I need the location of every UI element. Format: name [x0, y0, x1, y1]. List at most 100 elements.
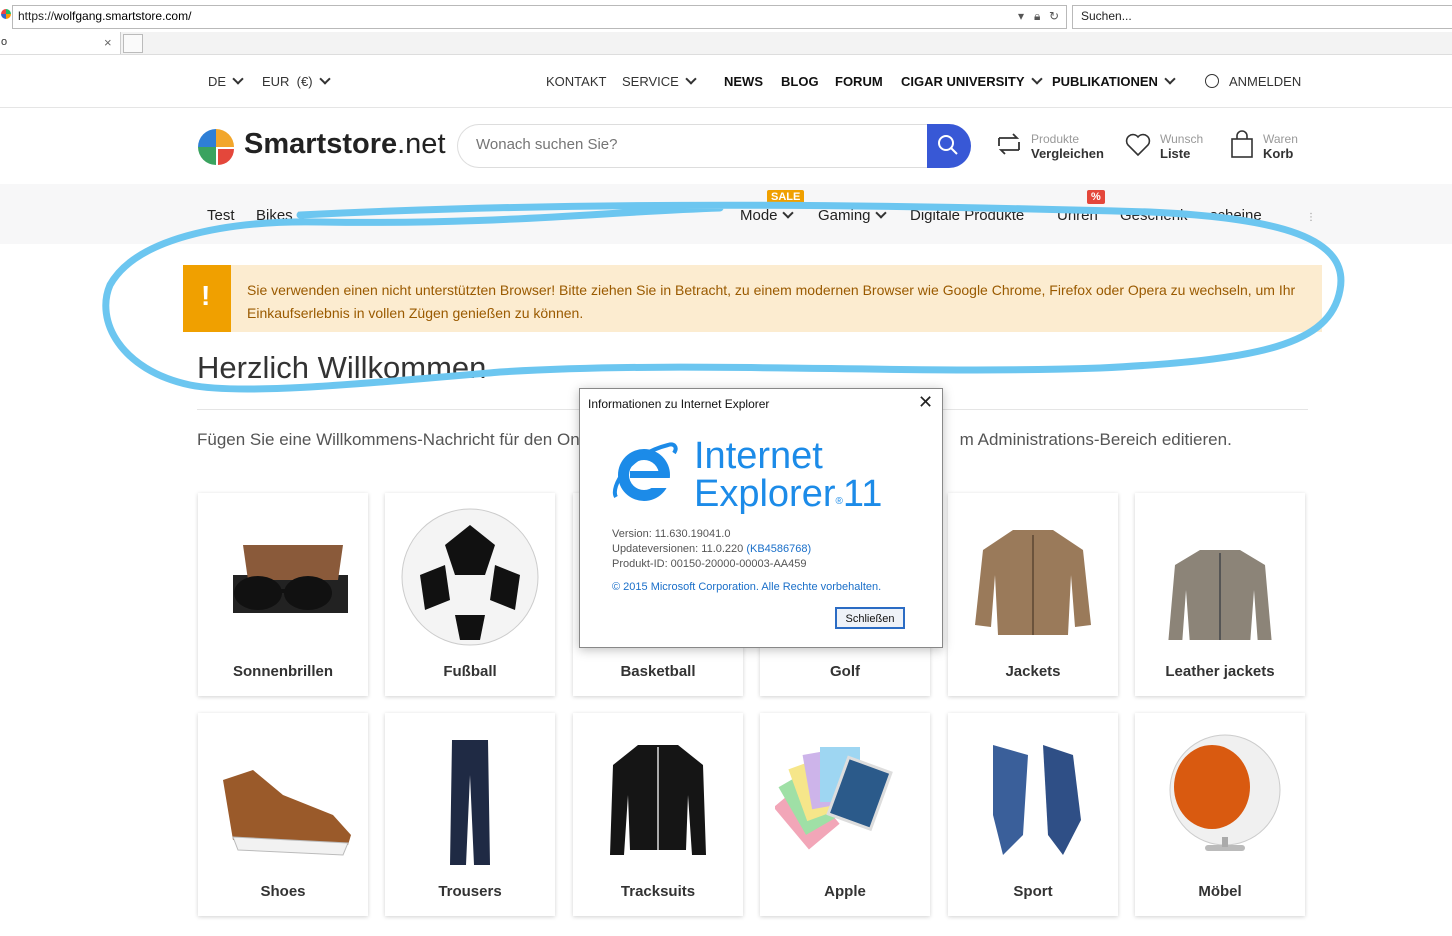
category-label: Bikes — [256, 207, 293, 224]
category-tile-apple[interactable]: Apple — [760, 713, 930, 916]
category-tile-trousers[interactable]: Trousers — [385, 713, 555, 916]
category-tile-sonnenbrillen[interactable]: Sonnenbrillen — [198, 493, 368, 696]
product-name-text: Explorer — [694, 473, 836, 515]
category-tile-jackets[interactable]: Jackets — [948, 493, 1118, 696]
version-info: Version: 11.630.19041.0 Updateversionen:… — [612, 527, 811, 572]
version-text: Version: 11.630.19041.0 — [612, 528, 731, 540]
currency-selector[interactable]: EUR (€) — [262, 73, 331, 89]
about-ie-dialog: Informationen zu Internet Explorer ✕ Int… — [579, 388, 943, 648]
nav-link-service[interactable]: SERVICE — [622, 73, 697, 89]
category-label: Mode — [740, 207, 778, 224]
chevron-down-icon — [232, 73, 244, 85]
product-id: Produkt-ID: 00150-20000-00003-AA459 — [612, 558, 807, 570]
browser-tab-strip: o × — [0, 32, 1452, 55]
alert-message: Sie verwenden einen nicht unterstützten … — [247, 282, 1296, 321]
tile-label: Apple — [824, 883, 866, 900]
sunglasses-image — [233, 545, 348, 613]
heart-icon — [1125, 133, 1151, 157]
user-icon — [1205, 74, 1219, 88]
category-tile-shoes[interactable]: Shoes — [198, 713, 368, 916]
dropdown-arrow-icon[interactable]: ▾ — [1018, 9, 1024, 23]
search-box — [457, 124, 928, 168]
tile-label: Tracksuits — [620, 883, 696, 900]
category-geschenk[interactable]: Geschenk — [1120, 207, 1188, 224]
close-button[interactable]: Schließen — [835, 607, 905, 629]
ball-chair-image — [1169, 734, 1281, 851]
logo-icon — [198, 129, 234, 165]
update-versions: Updateversionen: 11.0.220 (KB4586768) — [612, 542, 811, 557]
search-button[interactable] — [927, 124, 971, 168]
tile-label: Möbel — [1198, 883, 1242, 900]
category-mode[interactable]: Mode — [740, 207, 794, 224]
nav-link-blog[interactable]: BLOG — [781, 74, 819, 89]
chevron-down-icon — [1030, 73, 1043, 85]
browser-address-bar: https://wolfgang.smartstore.com/ ▾ 🔒︎ ↻ … — [0, 0, 1452, 34]
nav-link-label: CIGAR UNIVERSITY — [901, 74, 1025, 89]
more-icon[interactable]: ⋮ — [1306, 212, 1316, 223]
intro-text-left: Fügen Sie eine Willkommens-Nachricht für… — [197, 430, 580, 449]
kb-link[interactable]: (KB4586768) — [746, 543, 811, 555]
login-link[interactable]: ANMELDEN — [1205, 74, 1301, 89]
category-test[interactable]: Test — [207, 207, 235, 224]
football-image — [401, 508, 539, 646]
chevron-down-icon — [781, 207, 794, 219]
compare-label-top: Produkte — [1031, 132, 1080, 146]
category-tile-sport[interactable]: Sport — [948, 713, 1118, 916]
lock-icon: 🔒︎ — [1034, 9, 1041, 23]
category-digitale-produkte[interactable]: Digitale Produkte — [910, 207, 1024, 224]
tracksuit-image — [610, 745, 706, 855]
nav-link-news[interactable]: NEWS — [724, 74, 763, 89]
category-tile-fussball[interactable]: Fußball — [385, 493, 555, 696]
logo-text[interactable]: Smartstore.net — [244, 128, 446, 161]
site-favicon-icon — [1, 9, 11, 19]
browser-tab[interactable]: o × — [0, 32, 121, 54]
browser-tab-label: o — [1, 36, 8, 48]
new-tab-button[interactable] — [123, 34, 143, 53]
category-bikes[interactable]: Bikes — [256, 207, 309, 224]
url-prefix: https:// — [18, 9, 55, 23]
internet-explorer-logo-icon — [612, 442, 678, 501]
nav-link-publikationen[interactable]: PUBLIKATIONEN — [1052, 73, 1176, 89]
tile-label: Golf — [830, 663, 860, 680]
jacket-image — [975, 530, 1091, 635]
category-tile-leather-jackets[interactable]: Leather jackets — [1135, 493, 1305, 696]
copyright-link[interactable]: © 2015 Microsoft Corporation. Alle Recht… — [612, 581, 881, 593]
refresh-icon[interactable]: ↻ — [1049, 9, 1059, 23]
search-input[interactable] — [474, 135, 918, 154]
shoe-image — [223, 770, 351, 856]
compare-icon — [998, 133, 1020, 155]
tile-label: Basketball — [620, 663, 696, 680]
search-icon — [938, 135, 958, 155]
category-uhren[interactable]: Uhren — [1057, 207, 1098, 224]
nav-link-label: SERVICE — [622, 74, 679, 89]
category-tile-tracksuits[interactable]: Tracksuits — [573, 713, 743, 916]
browser-warning-alert: ! Sie verwenden einen nicht unterstützte… — [183, 265, 1322, 332]
category-tile-moebel[interactable]: Möbel — [1135, 713, 1305, 916]
browser-search-placeholder: Suchen... — [1081, 9, 1132, 23]
leather-jacket-image — [1168, 550, 1272, 640]
cart-label-top: Waren — [1263, 132, 1298, 146]
intro-text-right: m Administrations-Bereich editieren. — [959, 430, 1232, 449]
dialog-title: Informationen zu Internet Explorer — [588, 397, 770, 411]
nav-link-kontakt[interactable]: KONTAKT — [546, 74, 606, 89]
warning-icon: ! — [201, 280, 211, 311]
wishlist-label-top: Wunsch — [1160, 132, 1204, 146]
close-tab-icon[interactable]: × — [104, 35, 112, 50]
language-selector[interactable]: DE — [208, 73, 244, 89]
percent-badge: % — [1087, 190, 1105, 204]
close-icon[interactable]: ✕ — [918, 392, 933, 413]
nav-link-forum[interactable]: FORUM — [835, 74, 883, 89]
sale-badge: SALE — [767, 190, 805, 204]
logo-text-light: .net — [397, 128, 446, 160]
nav-link-cigar-university[interactable]: CIGAR UNIVERSITY — [901, 73, 1043, 89]
category-gutscheine[interactable]: scheine — [1210, 207, 1262, 224]
divider — [0, 107, 1452, 108]
category-gaming[interactable]: Gaming — [818, 207, 887, 224]
shopping-bag-icon — [1231, 130, 1253, 158]
url-host: wolfgang.smartstore.com/ — [54, 9, 192, 23]
product-version: 11 — [842, 473, 883, 515]
ipads-image — [775, 747, 893, 850]
compare-label-bottom: Vergleichen — [1031, 146, 1104, 161]
chevron-down-icon — [1164, 73, 1176, 85]
product-name-line2: Explorer®11 — [694, 473, 883, 515]
